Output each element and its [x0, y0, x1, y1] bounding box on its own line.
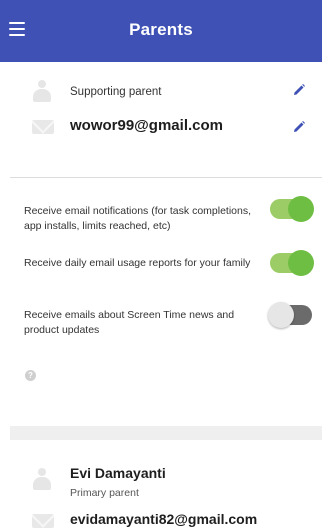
person-icon [32, 468, 52, 490]
daily-reports-toggle[interactable] [270, 250, 314, 276]
setting-daily-reports-label: Receive daily email usage reports for yo… [24, 257, 251, 269]
person-icon [32, 80, 52, 102]
news-emails-toggle[interactable] [268, 302, 312, 328]
page-title: Parents [129, 20, 193, 39]
app-header: Parents [0, 0, 322, 62]
primary-parent-name: Evi Damayanti [70, 465, 166, 481]
edit-name-pencil-icon[interactable] [292, 83, 306, 97]
question-icon[interactable]: ? [25, 370, 36, 381]
edit-email-pencil-icon[interactable] [292, 120, 306, 134]
section-divider [10, 177, 322, 178]
mail-icon [32, 514, 54, 528]
section-separator-band [10, 426, 322, 440]
setting-email-notifications-label: Receive email notifications (for task co… [24, 205, 252, 232]
mail-icon [32, 120, 54, 134]
parent-name-label: Supporting parent [70, 86, 162, 98]
setting-news-emails-label: Receive emails about Screen Time news an… [24, 309, 235, 336]
parent-email: wowor99@gmail.com [70, 117, 223, 134]
primary-parent-email: evidamayanti82@gmail.com [70, 511, 258, 527]
email-notifications-toggle[interactable] [270, 196, 314, 222]
primary-parent-role: Primary parent [70, 487, 139, 499]
